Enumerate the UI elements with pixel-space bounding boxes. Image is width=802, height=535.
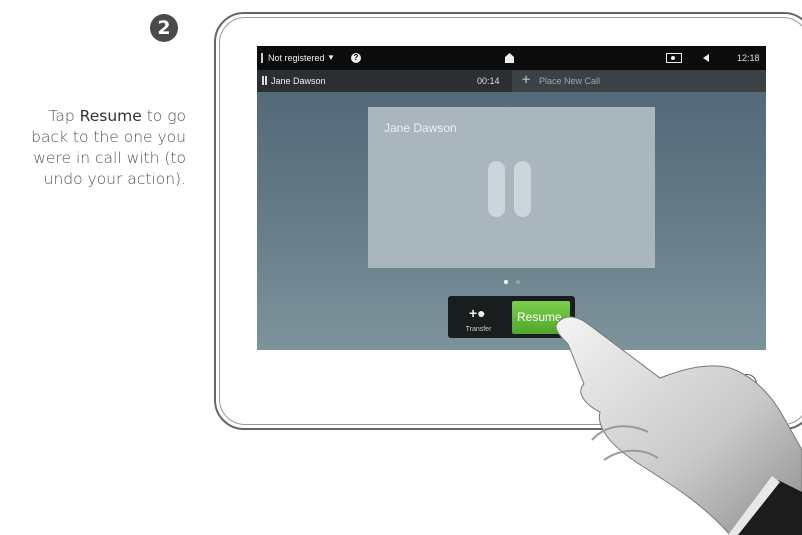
held-call-name: Jane Dawson [384, 121, 457, 135]
home-icon[interactable] [505, 53, 514, 63]
instruction-bold: Resume [79, 107, 142, 125]
selfview-icon[interactable] [666, 53, 682, 63]
place-new-call-label: Place New Call [539, 76, 601, 86]
plus-icon: + [522, 71, 531, 87]
status-bar: Not registered ▼ ? 12:18 [257, 46, 766, 70]
chevron-down-icon[interactable]: ▼ [327, 46, 335, 70]
call-duration: 00:14 [477, 76, 500, 86]
volume-icon[interactable] [703, 54, 709, 62]
place-new-call-tab[interactable]: + Place New Call [512, 70, 766, 92]
transfer-label: Transfer [465, 326, 492, 333]
transfer-button[interactable]: +● Transfer [448, 296, 509, 338]
transfer-icon: +● [469, 305, 486, 321]
step-number-badge: 2 [150, 14, 178, 42]
instruction-text: Tap Resume to go back to the one you wer… [11, 106, 186, 190]
help-icon[interactable]: ? [351, 53, 361, 63]
clock: 12:18 [737, 53, 760, 63]
pause-icon [514, 161, 531, 217]
page-indicator-active[interactable] [504, 280, 508, 284]
call-tab-caller[interactable]: Jane Dawson [271, 70, 326, 92]
call-bar: Jane Dawson 00:14 + Place New Call [257, 70, 766, 92]
pause-icon [488, 161, 505, 217]
pointing-hand-illustration [555, 316, 802, 535]
page-indicator[interactable] [516, 280, 520, 284]
held-call-card[interactable]: Jane Dawson [368, 107, 655, 268]
pause-icon [262, 76, 267, 85]
signal-icon [261, 53, 263, 63]
registration-status[interactable]: Not registered [268, 46, 325, 70]
instruction-prefix: Tap [48, 107, 80, 125]
